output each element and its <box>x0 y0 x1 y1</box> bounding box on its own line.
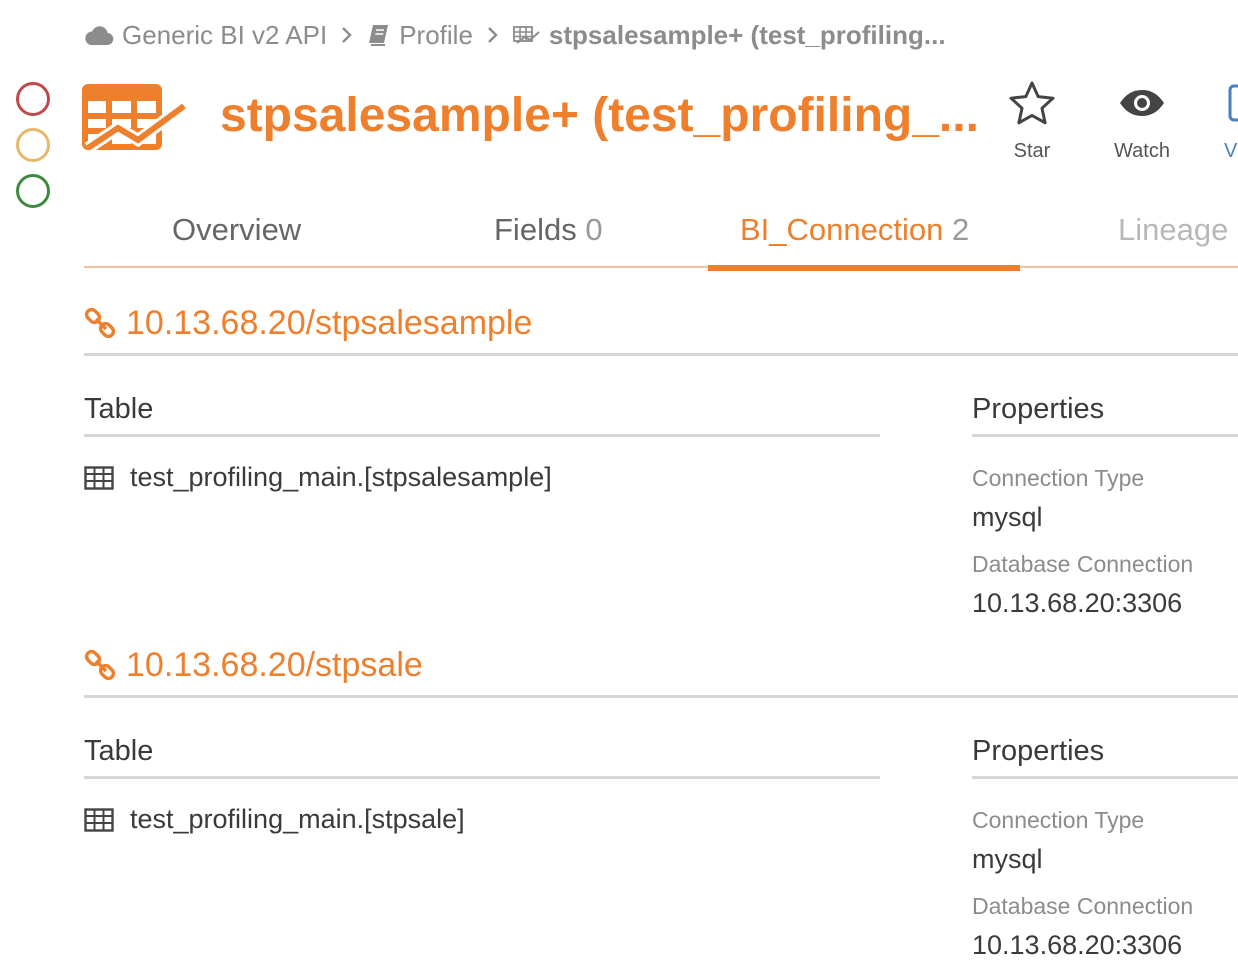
partial-action-button[interactable]: V <box>1224 80 1238 163</box>
breadcrumb-item-generic-bi-api[interactable]: Generic BI v2 API <box>84 20 327 51</box>
column-divider <box>84 776 880 779</box>
table-name: test_profiling_main.[stpsale] <box>130 804 465 834</box>
chevron-right-icon <box>341 26 353 44</box>
partial-button-icon <box>1224 80 1238 132</box>
table-icon <box>84 807 114 832</box>
page-title: stpsalesample+ (test_profiling_... <box>220 89 979 142</box>
connection-title-link[interactable]: 10.13.68.20/stpsale <box>84 646 423 685</box>
tab-overview[interactable]: Overview <box>172 212 301 248</box>
database-connection-value: 10.13.68.20:3306 <box>972 930 1183 960</box>
book-icon <box>367 23 391 47</box>
tab-label: Fields <box>494 212 577 247</box>
section-divider <box>84 695 1238 698</box>
tab-label: BI_Connection <box>740 212 944 247</box>
table-link[interactable]: test_profiling_main.[stpsalesample] <box>84 462 552 493</box>
breadcrumb-item-profile[interactable]: Profile <box>367 20 473 51</box>
tab-label: Overview <box>172 212 302 247</box>
active-tab-indicator <box>708 265 1020 271</box>
star-button[interactable]: Star <box>1008 80 1056 163</box>
watch-label: Watch <box>1114 140 1170 162</box>
breadcrumb-label: Generic BI v2 API <box>122 19 328 50</box>
connection-type-label: Connection Type <box>972 807 1145 833</box>
star-label: Star <box>1013 140 1051 162</box>
tab-bi-connection[interactable]: BI_Connection 2 <box>740 212 969 248</box>
connection-title-link[interactable]: 10.13.68.20/stpsalesample <box>84 304 532 343</box>
table-name: test_profiling_main.[stpsalesample] <box>130 462 552 492</box>
database-connection-label: Database Connection <box>972 551 1194 577</box>
bi-report-icon <box>82 84 188 161</box>
status-indicator-yellow[interactable] <box>16 128 50 162</box>
tab-lineage[interactable]: Lineage <box>1118 212 1228 248</box>
status-indicator-green[interactable] <box>16 174 50 208</box>
properties-column-header: Properties <box>972 393 1105 425</box>
table-column-header: Table <box>84 735 154 767</box>
database-connection-label: Database Connection <box>972 893 1194 919</box>
watch-button[interactable]: Watch <box>1114 80 1170 163</box>
report-icon <box>513 25 541 45</box>
tab-label: Lineage <box>1118 212 1229 247</box>
properties-column-header: Properties <box>972 735 1105 767</box>
connection-type-value: mysql <box>972 502 1043 532</box>
link-icon <box>84 307 118 341</box>
table-column-header: Table <box>84 393 154 425</box>
status-indicator-red[interactable] <box>16 82 50 116</box>
chevron-right-icon <box>487 26 499 44</box>
connection-type-value: mysql <box>972 844 1043 874</box>
column-divider <box>972 776 1238 779</box>
connection-title: 10.13.68.20/stpsalesample <box>126 304 533 342</box>
tab-fields[interactable]: Fields 0 <box>494 212 603 248</box>
partial-action-label: V <box>1224 140 1238 162</box>
breadcrumb-item-current: stpsalesample+ (test_profiling... <box>513 20 946 51</box>
section-divider <box>84 353 1238 356</box>
tabs-divider <box>84 266 1238 268</box>
breadcrumb-label: Profile <box>399 19 473 50</box>
breadcrumb-label: stpsalesample+ (test_profiling... <box>548 19 946 50</box>
database-connection-value: 10.13.68.20:3306 <box>972 588 1183 618</box>
table-link[interactable]: test_profiling_main.[stpsale] <box>84 804 465 835</box>
star-icon <box>1008 80 1056 132</box>
cloud-icon <box>84 24 114 46</box>
connection-type-label: Connection Type <box>972 465 1145 491</box>
eye-icon <box>1117 80 1167 132</box>
column-divider <box>84 434 880 437</box>
tab-count: 2 <box>952 212 970 247</box>
link-icon <box>84 649 118 683</box>
connection-title: 10.13.68.20/stpsale <box>126 646 423 684</box>
breadcrumb: Generic BI v2 API Profile stpsalesample+… <box>84 18 946 52</box>
column-divider <box>972 434 1238 437</box>
table-icon <box>84 465 114 490</box>
tab-count: 0 <box>585 212 603 247</box>
